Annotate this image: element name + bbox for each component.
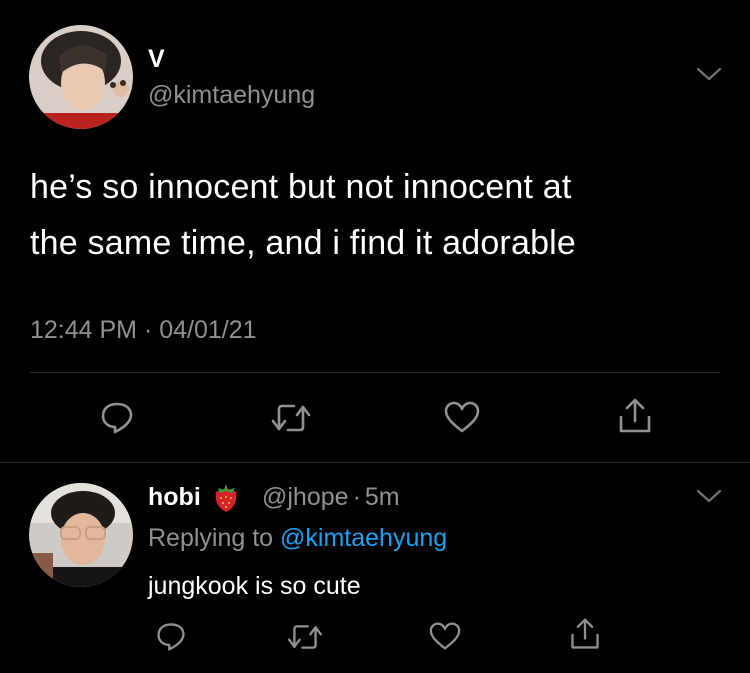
reply-icon[interactable]	[99, 399, 135, 435]
like-icon[interactable]	[443, 400, 481, 434]
replying-prefix: Replying to	[148, 524, 281, 552]
divider-top	[30, 372, 720, 373]
reply-separator: ·	[352, 483, 361, 511]
divider-bottom	[0, 462, 750, 463]
chevron-down-icon[interactable]	[696, 66, 722, 82]
strawberry-icon	[208, 478, 244, 514]
reply-reply-icon[interactable]	[155, 620, 187, 652]
author-handle[interactable]: @kimtaehyung	[148, 81, 315, 110]
reply-text: jungkook is so cute	[148, 572, 361, 600]
author-name[interactable]: V	[148, 45, 165, 74]
reply-author-handle[interactable]: @jhope · 5m	[262, 483, 400, 512]
author-avatar[interactable]	[29, 25, 133, 129]
reply-time: 5m	[364, 483, 400, 511]
reply-share-icon[interactable]	[568, 617, 602, 651]
tweet-timestamp[interactable]: 12:44 PM · 04/01/21	[30, 316, 257, 345]
reply-author-avatar[interactable]	[29, 483, 133, 587]
retweet-icon[interactable]	[270, 401, 312, 435]
reply-handle-text[interactable]: @jhope	[262, 483, 349, 511]
tweet-text-line-1: he’s so innocent but not innocent at	[30, 168, 572, 206]
reply-like-icon[interactable]	[428, 621, 462, 651]
reply-author-name[interactable]: hobi	[148, 483, 201, 512]
reply-chevron-down-icon[interactable]	[696, 488, 722, 504]
replying-handle-link[interactable]: @kimtaehyung	[280, 524, 447, 552]
share-icon[interactable]	[616, 397, 654, 435]
replying-to: Replying to @kimtaehyung	[148, 524, 447, 553]
tweet-text-line-2: the same time, and i find it adorable	[30, 224, 577, 262]
reply-retweet-icon[interactable]	[286, 622, 324, 652]
